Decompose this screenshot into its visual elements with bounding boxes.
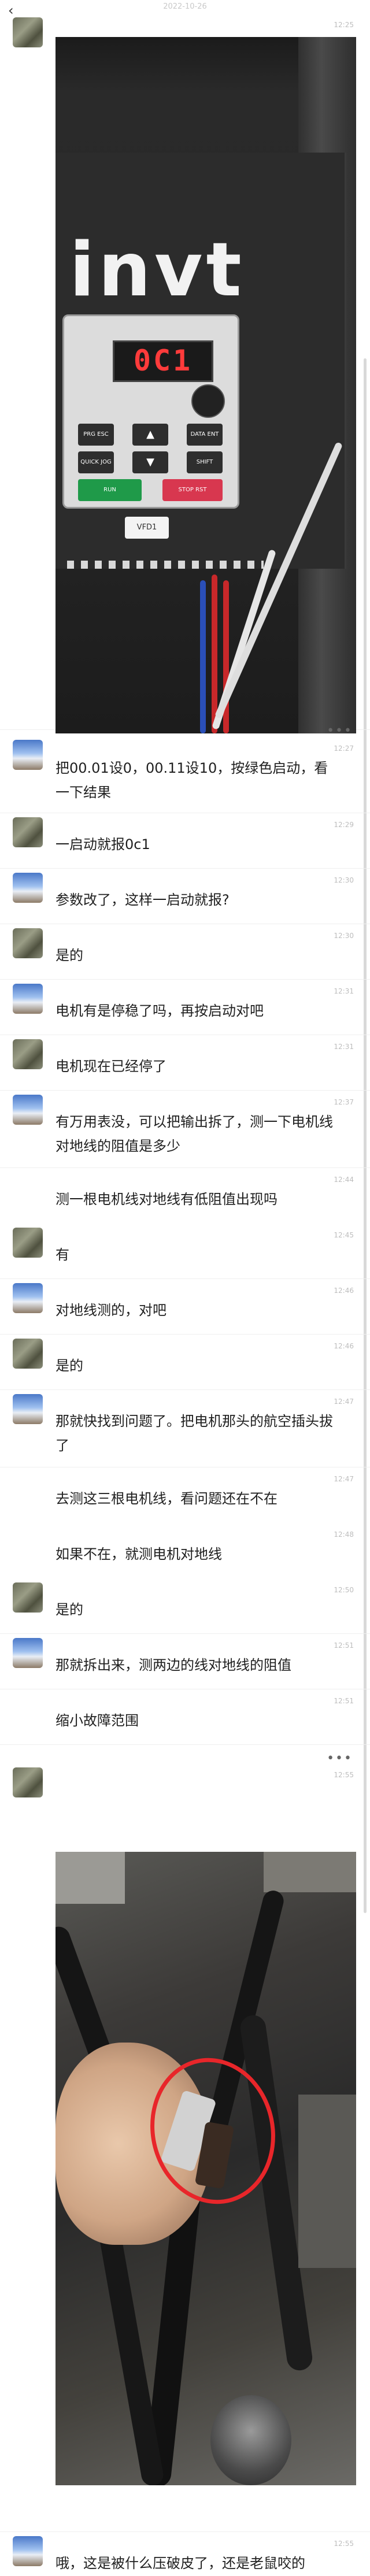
shift-key: SHIFT: [187, 451, 223, 473]
message-item: 12:37 有万用表没，可以把输出拆了，测一下电机线对地线的阻值是多少: [0, 1090, 370, 1168]
message-time: 12:25: [334, 21, 354, 29]
message-text: 测一根电机线对地线有低阻值出现吗: [56, 1191, 278, 1207]
message-item: 12:30 是的: [0, 924, 370, 980]
message-text: 一启动就报0c1: [56, 836, 150, 853]
avatar[interactable]: [13, 2536, 43, 2566]
message-item: 12:47 那就快找到问题了。把电机那头的航空插头拔了: [0, 1389, 370, 1467]
avatar[interactable]: [13, 1394, 43, 1424]
message-text: 把00.01设0，00.11设10，按绿色启动，看一下结果: [56, 760, 328, 800]
inverter-photo[interactable]: invt 0C1 PRG ESC ▲ DATA ENT QUICK JOG ▼ …: [56, 37, 356, 733]
message-item: 12:31 电机现在已经停了: [0, 1035, 370, 1091]
message-item: 12:30 参数改了，这样一启动就报?: [0, 868, 370, 924]
message-item: 12:45 有: [0, 1223, 370, 1279]
message-time: 12:46: [334, 1342, 354, 1350]
message-time: 12:55: [334, 2540, 354, 2548]
message-time: 12:37: [334, 1098, 354, 1106]
fault-display: 0C1: [113, 340, 213, 382]
prg-esc-key: PRG ESC: [78, 424, 114, 446]
message-text: 是的: [56, 947, 83, 963]
avatar[interactable]: [13, 1283, 43, 1313]
avatar[interactable]: [13, 1767, 43, 1797]
quick-jog-key: QUICK JOG: [78, 451, 114, 473]
avatar[interactable]: [13, 1638, 43, 1668]
message-time: 12:29: [334, 821, 354, 829]
stop-rst-key: STOP RST: [162, 479, 223, 501]
run-key: RUN: [78, 479, 142, 501]
message-time: 12:47: [334, 1475, 354, 1483]
avatar[interactable]: [13, 740, 43, 770]
message-text: 去测这三根电机线，看问题还在不在: [56, 1491, 278, 1507]
message-item: 12:47 去测这三根电机线，看问题还在不在: [0, 1467, 370, 1522]
avatar[interactable]: [13, 817, 43, 847]
message-time: 12:51: [334, 1697, 354, 1705]
avatar[interactable]: [13, 984, 43, 1014]
message-item: 12:25 invt 0C1 PRG ESC ▲ DATA ENT QUICK …: [0, 13, 370, 733]
message-item: 12:50 是的: [0, 1578, 370, 1634]
message-item: 12:46 是的: [0, 1334, 370, 1390]
device-tag: VFD1: [125, 517, 169, 539]
message-item: 12:48 如果不在，就测电机对地线: [0, 1522, 370, 1578]
message-text: 是的: [56, 1602, 83, 1618]
message-item: 12:55: [0, 1763, 370, 2532]
message-text: 缩小故障范围: [56, 1713, 139, 1729]
message-time: 12:31: [334, 987, 354, 995]
avatar[interactable]: [13, 1039, 43, 1069]
avatar[interactable]: [13, 1095, 43, 1125]
terminal-block: [67, 561, 264, 569]
message-time: 12:30: [334, 932, 354, 940]
message-text: 参数改了，这样一启动就报?: [56, 892, 230, 908]
avatar[interactable]: [13, 1339, 43, 1369]
up-key: ▲: [132, 424, 168, 446]
data-ent-key: DATA ENT: [187, 424, 223, 446]
avatar[interactable]: [13, 873, 43, 903]
message-text: 对地线测的，对吧: [56, 1302, 166, 1318]
round-object: [210, 2395, 291, 2485]
date-label: 2022-10-26: [163, 2, 207, 11]
message-text: 如果不在，就测电机对地线: [56, 1546, 222, 1562]
message-time: 12:30: [334, 876, 354, 884]
message-text: 那就快找到问题了。把电机那头的航空插头拔了: [56, 1413, 333, 1454]
message-time: 12:31: [334, 1043, 354, 1051]
message-time: 12:27: [334, 744, 354, 753]
message-time: 12:48: [334, 1530, 354, 1539]
potentiometer-knob: [191, 384, 225, 418]
message-time: 12:55: [334, 1771, 354, 1779]
message-item: 12:55 哦，这是被什么压破皮了，还是老鼠咬的: [0, 2531, 370, 2576]
message-time: 12:46: [334, 1287, 354, 1295]
message-text: 有: [56, 1247, 69, 1263]
message-text: 电机有是停稳了吗，再按启动对吧: [56, 1003, 264, 1019]
avatar[interactable]: [13, 1228, 43, 1258]
avatar[interactable]: [13, 1582, 43, 1613]
message-item: 12:27 把00.01设0，00.11设10，按绿色启动，看一下结果: [0, 735, 370, 813]
message-item: 12:31 电机有是停稳了吗，再按启动对吧: [0, 979, 370, 1035]
message-time: 12:45: [334, 1231, 354, 1239]
damaged-cable-photo[interactable]: [56, 1852, 356, 2485]
message-text: 哦，这是被什么压破皮了，还是老鼠咬的: [56, 2555, 305, 2571]
message-text: 那就拆出来，测两边的线对地线的阻值: [56, 1657, 291, 1673]
down-key: ▼: [132, 451, 168, 473]
message-item: 12:29 一启动就报0c1: [0, 813, 370, 869]
message-time: 12:47: [334, 1398, 354, 1406]
message-item: 12:51 那就拆出来，测两边的线对地线的阻值: [0, 1633, 370, 1689]
message-item: 12:51 缩小故障范围: [0, 1689, 370, 1745]
message-time: 12:50: [334, 1586, 354, 1594]
message-item: 12:44 测一根电机线对地线有低阻值出现吗: [0, 1167, 370, 1223]
message-text: 是的: [56, 1358, 83, 1374]
message-item: 12:46 对地线测的，对吧: [0, 1278, 370, 1335]
brand-logo: invt: [69, 227, 245, 313]
message-text: 有万用表没，可以把输出拆了，测一下电机线对地线的阻值是多少: [56, 1114, 333, 1154]
message-text: 电机现在已经停了: [56, 1058, 166, 1074]
message-time: 12:44: [334, 1176, 354, 1184]
avatar[interactable]: [13, 928, 43, 958]
inverter-keypad: 0C1 PRG ESC ▲ DATA ENT QUICK JOG ▼ SHIFT…: [62, 314, 239, 509]
message-time: 12:51: [334, 1641, 354, 1650]
avatar[interactable]: [13, 17, 43, 47]
